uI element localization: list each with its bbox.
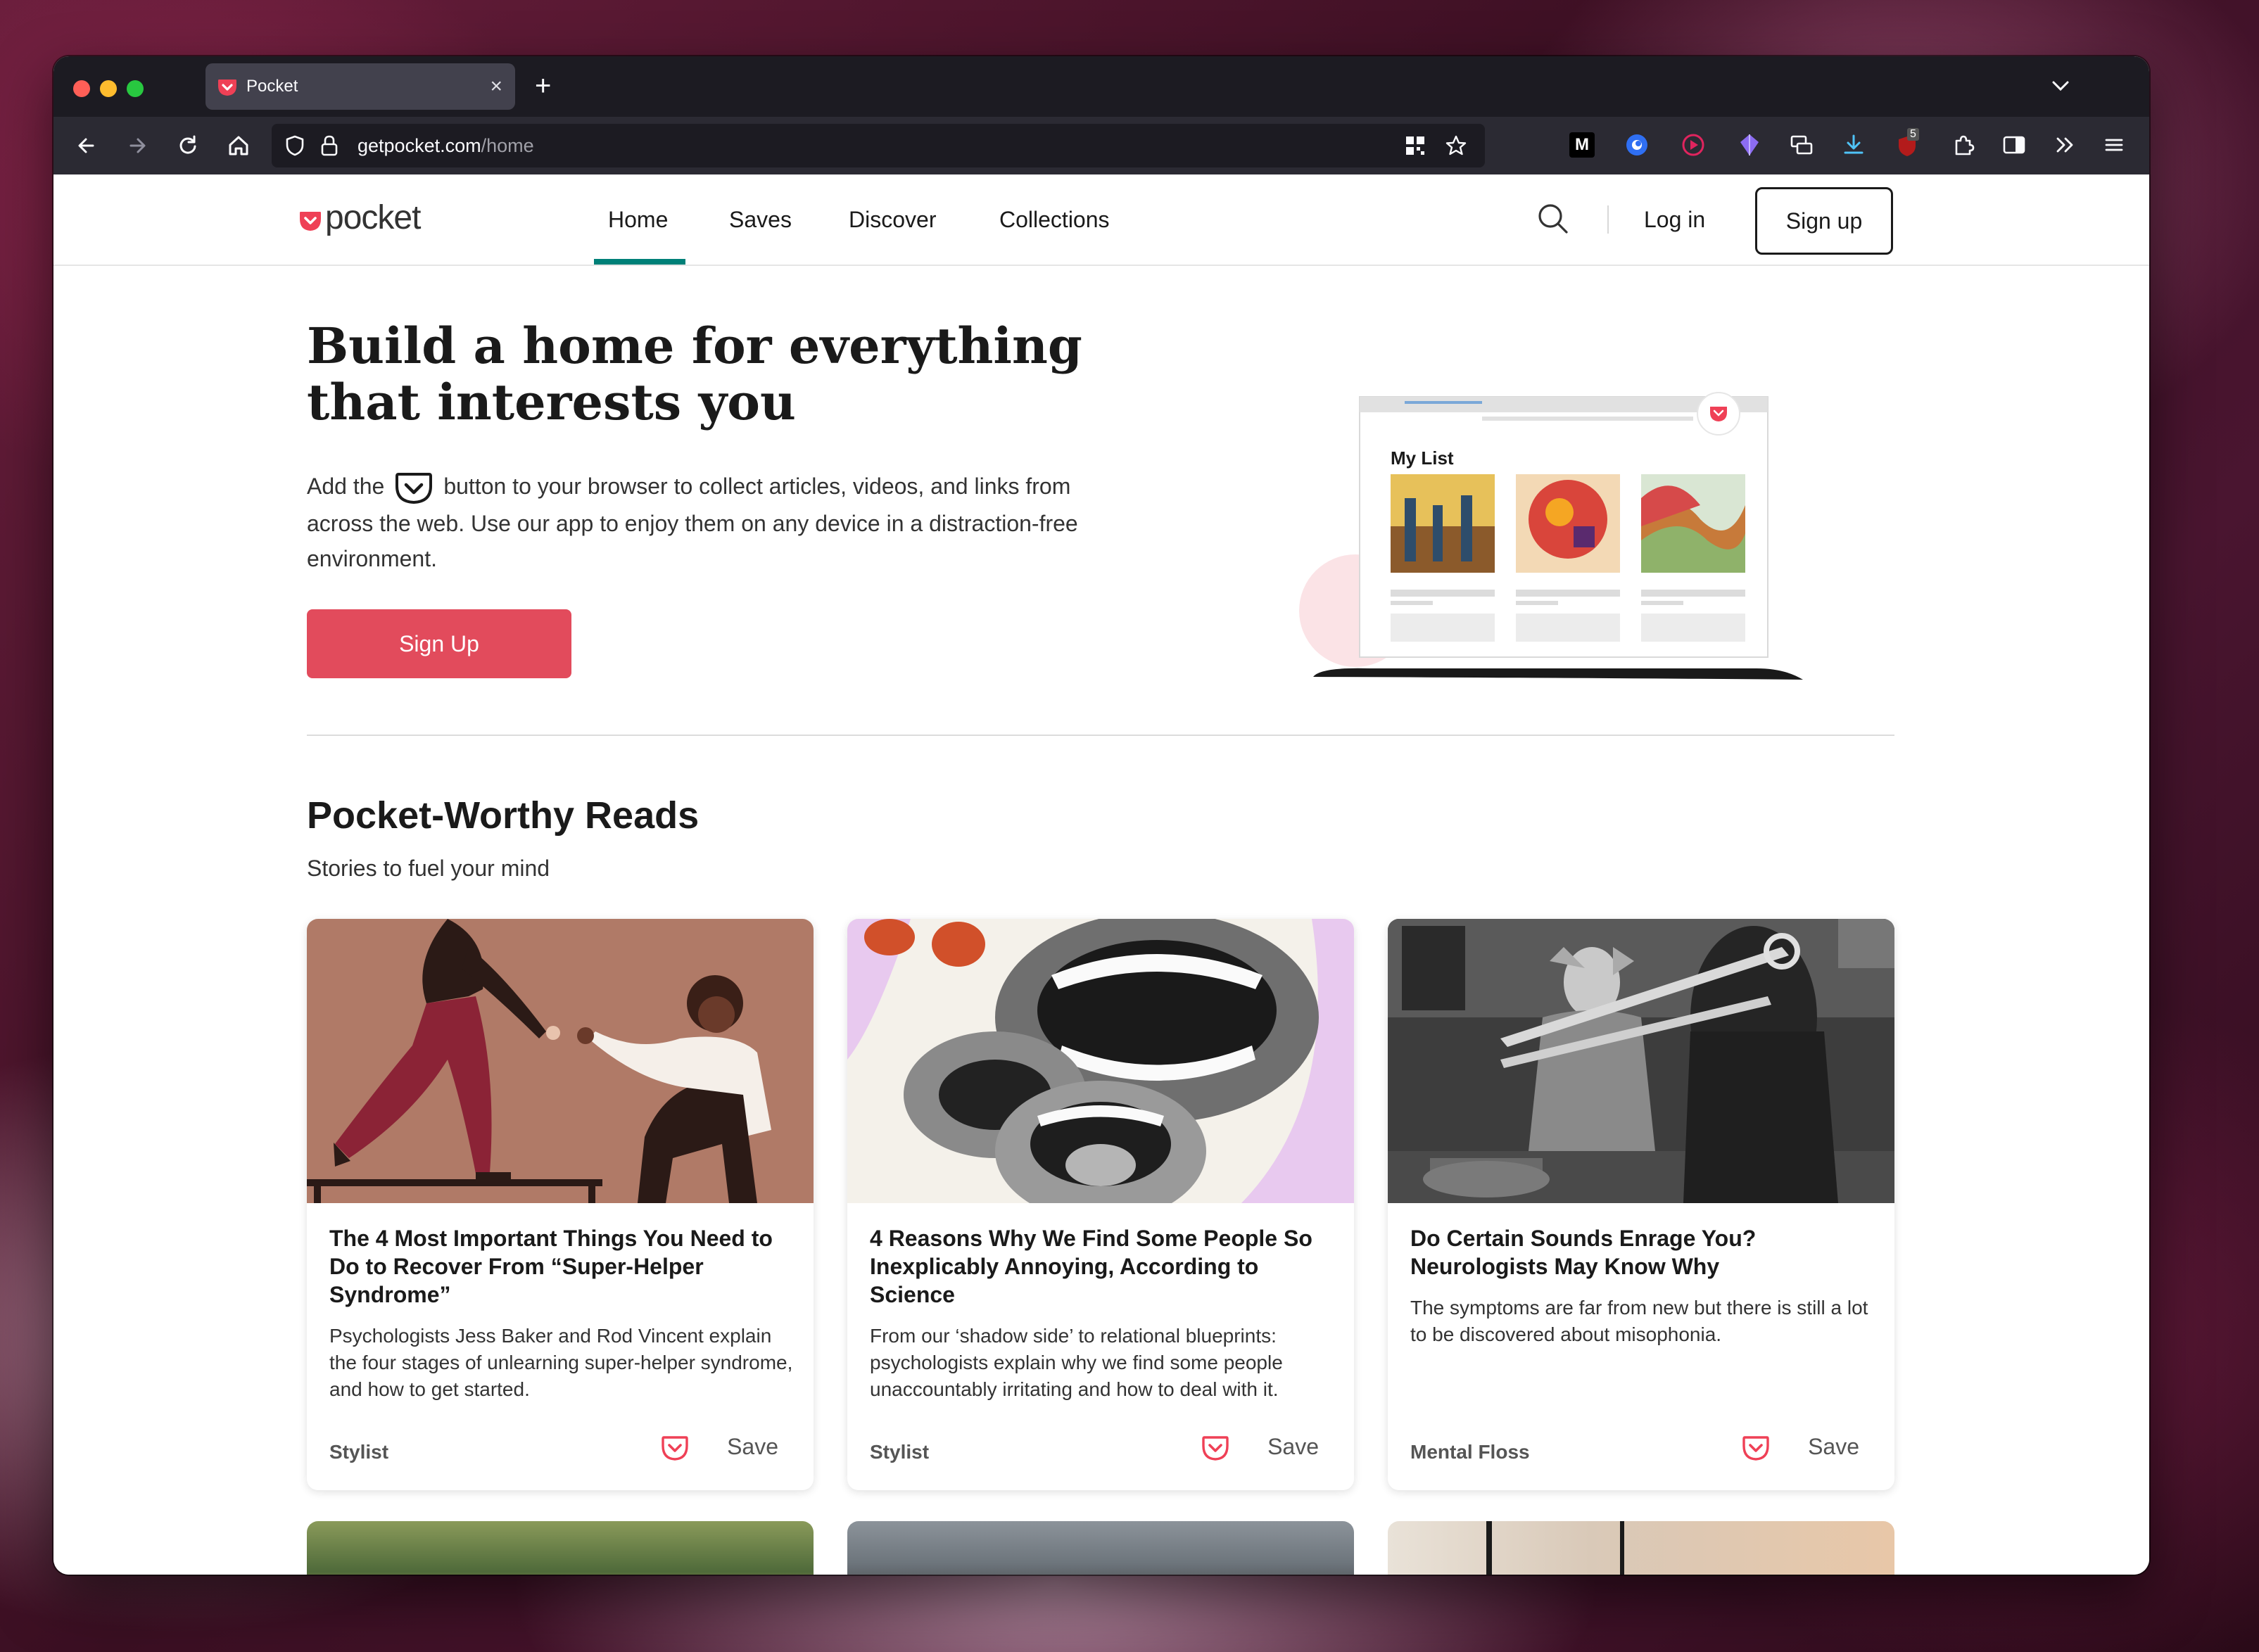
- article-card-partial[interactable]: [307, 1521, 814, 1575]
- article-excerpt: From our ‘shadow side’ to relational blu…: [870, 1325, 1283, 1400]
- save-label: Save: [1808, 1434, 1859, 1459]
- pocket-save-icon: [662, 1436, 688, 1461]
- article-excerpt: The symptoms are far from new but there …: [1410, 1297, 1868, 1345]
- lock-icon[interactable]: [318, 134, 341, 158]
- back-icon[interactable]: [72, 131, 101, 160]
- minimize-window-button[interactable]: [100, 80, 117, 97]
- logo-wordmark: pocket: [325, 199, 421, 236]
- my-list-illustration: My List: [1250, 386, 1813, 716]
- shield-icon[interactable]: [283, 134, 307, 158]
- hamburger-menu-icon[interactable]: [2101, 132, 2127, 158]
- my-list-label: My List: [1391, 447, 1454, 469]
- medium-extension-icon[interactable]: M: [1569, 132, 1595, 158]
- article-source: Stylist: [329, 1441, 389, 1463]
- close-tab-icon[interactable]: ×: [490, 63, 502, 110]
- video-extension-icon[interactable]: [1681, 132, 1706, 158]
- ublock-extension-icon[interactable]: 5: [1896, 128, 1921, 158]
- extensions-puzzle-icon[interactable]: [1951, 132, 1976, 158]
- url-bar[interactable]: getpocket.com/home: [272, 124, 1485, 167]
- pocket-save-icon: [1202, 1436, 1229, 1461]
- pocket-button-icon: [396, 472, 433, 504]
- browser-window: Pocket × + getpocket.com/home M 5 pocket…: [53, 56, 2149, 1575]
- browser-extension-icon[interactable]: [1624, 132, 1650, 158]
- tab-title: Pocket: [246, 77, 298, 96]
- hero-title: Build a home for everything that interes…: [307, 318, 1123, 431]
- image-detail: [1486, 1521, 1492, 1575]
- hero-title-line-2: that interests you: [307, 373, 796, 431]
- section-divider: [307, 735, 1894, 736]
- article-title[interactable]: Do Certain Sounds Enrage You? Neurologis…: [1410, 1224, 1872, 1281]
- save-button[interactable]: Save: [662, 1434, 778, 1461]
- nav-discover[interactable]: Discover: [849, 207, 936, 233]
- active-nav-indicator: [594, 259, 685, 265]
- crystal-extension-icon[interactable]: [1737, 132, 1762, 158]
- home-icon[interactable]: [224, 131, 253, 160]
- screenshot-extension-icon[interactable]: [1789, 132, 1814, 158]
- article-thumbnail-helping-hand[interactable]: [307, 919, 814, 1203]
- tab-strip: Pocket × +: [53, 56, 2149, 117]
- article-thumbnail-trombone-photo[interactable]: [1388, 919, 1894, 1203]
- article-source: Mental Floss: [1410, 1441, 1530, 1463]
- bookmark-star-icon[interactable]: [1444, 134, 1468, 158]
- signup-button[interactable]: Sign up: [1755, 187, 1893, 255]
- article-title[interactable]: The 4 Most Important Things You Need to …: [329, 1224, 791, 1309]
- url-host: getpocket.com: [357, 135, 481, 156]
- nav-home[interactable]: Home: [608, 207, 668, 233]
- article-source: Stylist: [870, 1441, 930, 1463]
- hero-signup-button[interactable]: Sign Up: [307, 609, 571, 678]
- chevron-down-icon[interactable]: [2046, 72, 2075, 100]
- my-list-illustration-graphic: [1299, 392, 1803, 680]
- hero-text-before-icon: Add the: [307, 474, 385, 499]
- pocket-logo-icon: [300, 212, 321, 231]
- zoom-window-button[interactable]: [127, 80, 144, 97]
- url-path: /home: [481, 135, 534, 156]
- tab-pocket[interactable]: Pocket ×: [205, 63, 515, 110]
- hero-title-line-1: Build a home for everything: [307, 317, 1082, 375]
- image-detail: [1620, 1521, 1624, 1575]
- site-header: pocket Home Saves Discover Collections L…: [53, 174, 2149, 266]
- article-card-partial[interactable]: [1388, 1521, 1894, 1575]
- article-title[interactable]: 4 Reasons Why We Find Some People So Ine…: [870, 1224, 1331, 1309]
- extension-badge: 5: [1907, 128, 1919, 141]
- reload-icon[interactable]: [173, 131, 203, 160]
- pocket-save-icon: [1742, 1436, 1769, 1461]
- header-divider: [1607, 205, 1609, 234]
- url-text[interactable]: getpocket.com/home: [357, 135, 534, 157]
- save-label: Save: [1267, 1434, 1319, 1459]
- pocket-favicon-icon: [218, 80, 236, 96]
- article-card[interactable]: The 4 Most Important Things You Need to …: [307, 919, 814, 1490]
- new-tab-button[interactable]: +: [535, 65, 551, 107]
- section-title: Pocket-Worthy Reads: [307, 794, 700, 837]
- article-thumbnail-open-mouths[interactable]: [847, 919, 1354, 1203]
- navigation-toolbar: getpocket.com/home M 5: [53, 117, 2149, 174]
- close-window-button[interactable]: [73, 80, 90, 97]
- section-subtitle: Stories to fuel your mind: [307, 856, 550, 881]
- save-label: Save: [727, 1434, 778, 1459]
- save-button[interactable]: Save: [1202, 1434, 1319, 1461]
- hero-description: Add the button to your browser to collec…: [307, 469, 1123, 576]
- article-excerpt: Psychologists Jess Baker and Rod Vincent…: [329, 1325, 793, 1400]
- qr-code-icon[interactable]: [1405, 135, 1426, 156]
- article-card[interactable]: 4 Reasons Why We Find Some People So Ine…: [847, 919, 1354, 1490]
- nav-collections[interactable]: Collections: [999, 207, 1110, 233]
- overflow-chevrons-icon[interactable]: [2052, 132, 2077, 158]
- login-link[interactable]: Log in: [1644, 207, 1705, 233]
- web-page: pocket Home Saves Discover Collections L…: [53, 174, 2149, 1575]
- forward-icon[interactable]: [122, 131, 152, 160]
- article-card-partial[interactable]: [847, 1521, 1354, 1575]
- sidebar-icon[interactable]: [2001, 132, 2027, 158]
- article-card[interactable]: Do Certain Sounds Enrage You? Neurologis…: [1388, 919, 1894, 1490]
- nav-saves[interactable]: Saves: [729, 207, 792, 233]
- search-icon[interactable]: [1536, 201, 1571, 236]
- save-button[interactable]: Save: [1742, 1434, 1859, 1461]
- download-icon[interactable]: [1841, 132, 1866, 158]
